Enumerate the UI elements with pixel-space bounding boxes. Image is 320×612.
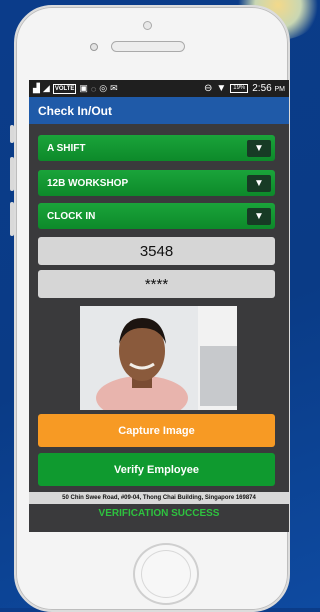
- capture-image-button[interactable]: Capture Image: [38, 414, 275, 447]
- chevron-down-icon: ▼: [247, 140, 271, 157]
- employee-photo: [80, 306, 237, 410]
- employee-id-field[interactable]: 3548: [38, 237, 275, 265]
- location-dropdown-label: 12B WORKSHOP: [47, 177, 129, 189]
- mute-switch: [10, 125, 14, 143]
- wifi-icon: ▼: [216, 83, 227, 94]
- volume-up-button: [10, 157, 14, 191]
- dnd-icon: ⊖: [203, 83, 213, 94]
- chevron-down-icon: ▼: [247, 175, 271, 192]
- earpiece-speaker: [111, 41, 185, 52]
- signal-icon-2: ◢: [42, 83, 50, 93]
- shift-dropdown-label: A SHIFT: [47, 142, 86, 154]
- clock: 2:56 PM: [252, 83, 285, 94]
- signal-icon: ▟: [33, 83, 40, 93]
- volte-icon: VOLTE: [52, 83, 77, 94]
- company-address: 50 Chin Swee Road, #09-04, Thong Chai Bu…: [29, 492, 289, 504]
- clock-type-dropdown[interactable]: CLOCK IN ▼: [38, 203, 275, 229]
- shift-dropdown[interactable]: A SHIFT ▼: [38, 135, 275, 161]
- app-screen: ▟ ◢ VOLTE ▣ ◌ ◎ ✉ ⊖ ▼ 19% 2:56 PM Check …: [29, 80, 289, 532]
- home-button[interactable]: [133, 543, 199, 605]
- chat-icon: ◌: [90, 83, 97, 94]
- verify-employee-button[interactable]: Verify Employee: [38, 453, 275, 486]
- verification-status: VERIFICATION SUCCESS: [98, 508, 220, 519]
- whatsapp-icon: ◎: [99, 83, 108, 93]
- clock-type-dropdown-label: CLOCK IN: [47, 210, 96, 222]
- mail-icon: ✉: [110, 83, 118, 93]
- battery-icon: 19%: [230, 84, 249, 93]
- status-bar: ▟ ◢ VOLTE ▣ ◌ ◎ ✉ ⊖ ▼ 19% 2:56 PM: [29, 80, 289, 97]
- chevron-down-icon: ▼: [247, 208, 271, 225]
- page-title: Check In/Out: [38, 103, 113, 118]
- gallery-icon: ▣: [79, 83, 88, 93]
- front-camera: [90, 43, 98, 51]
- volume-down-button: [10, 202, 14, 236]
- proximity-sensor: [143, 21, 152, 30]
- app-title-bar: Check In/Out: [29, 97, 289, 124]
- location-dropdown[interactable]: 12B WORKSHOP ▼: [38, 170, 275, 196]
- pin-field[interactable]: ****: [38, 270, 275, 298]
